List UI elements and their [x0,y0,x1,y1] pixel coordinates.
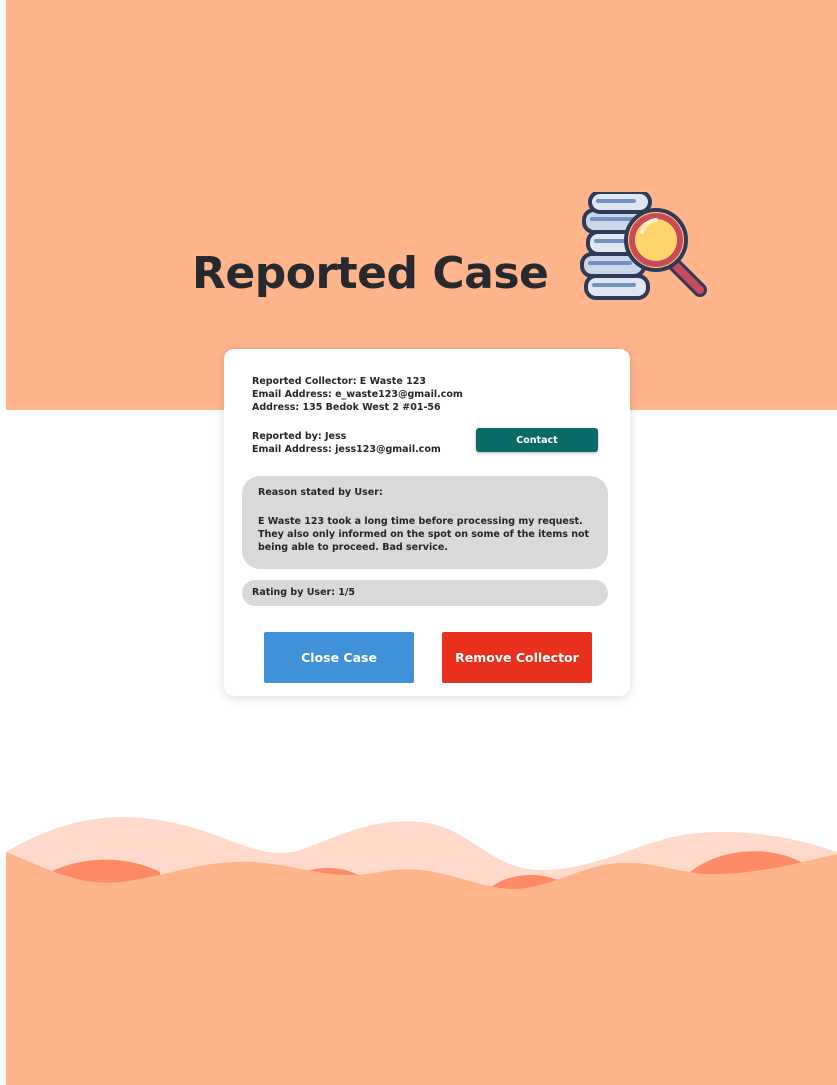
remove-collector-button[interactable]: Remove Collector [442,632,592,683]
collector-name: Reported Collector: E Waste 123 [252,376,426,387]
documents-magnifier-icon [580,192,707,300]
reporter-name: Reported by: Jess [252,431,347,442]
page-title: Reported Case [192,248,549,299]
case-card: Reported Collector: E Waste 123 Email Ad… [224,349,630,696]
title-row: Reported Case [0,190,837,370]
rating-pill: Rating by User: 1/5 [242,580,608,606]
close-case-button[interactable]: Close Case [264,632,414,683]
rating-text: Rating by User: 1/5 [252,587,355,598]
reason-box: Reason stated by User: E Waste 123 took … [242,476,608,569]
collector-email: Email Address: e_waste123@gmail.com [252,389,463,400]
collector-address: Address: 135 Bedok West 2 #01-56 [252,402,441,413]
collector-info: Reported Collector: E Waste 123 Email Ad… [252,375,463,414]
reason-text: E Waste 123 took a long time before proc… [258,516,590,553]
reporter-email: Email Address: jess123@gmail.com [252,444,441,455]
reason-heading: Reason stated by User: [258,487,383,498]
contact-button[interactable]: Contact [476,428,598,452]
reporter-info: Reported by: Jess Email Address: jess123… [252,430,441,456]
wave-footer [6,817,837,1085]
